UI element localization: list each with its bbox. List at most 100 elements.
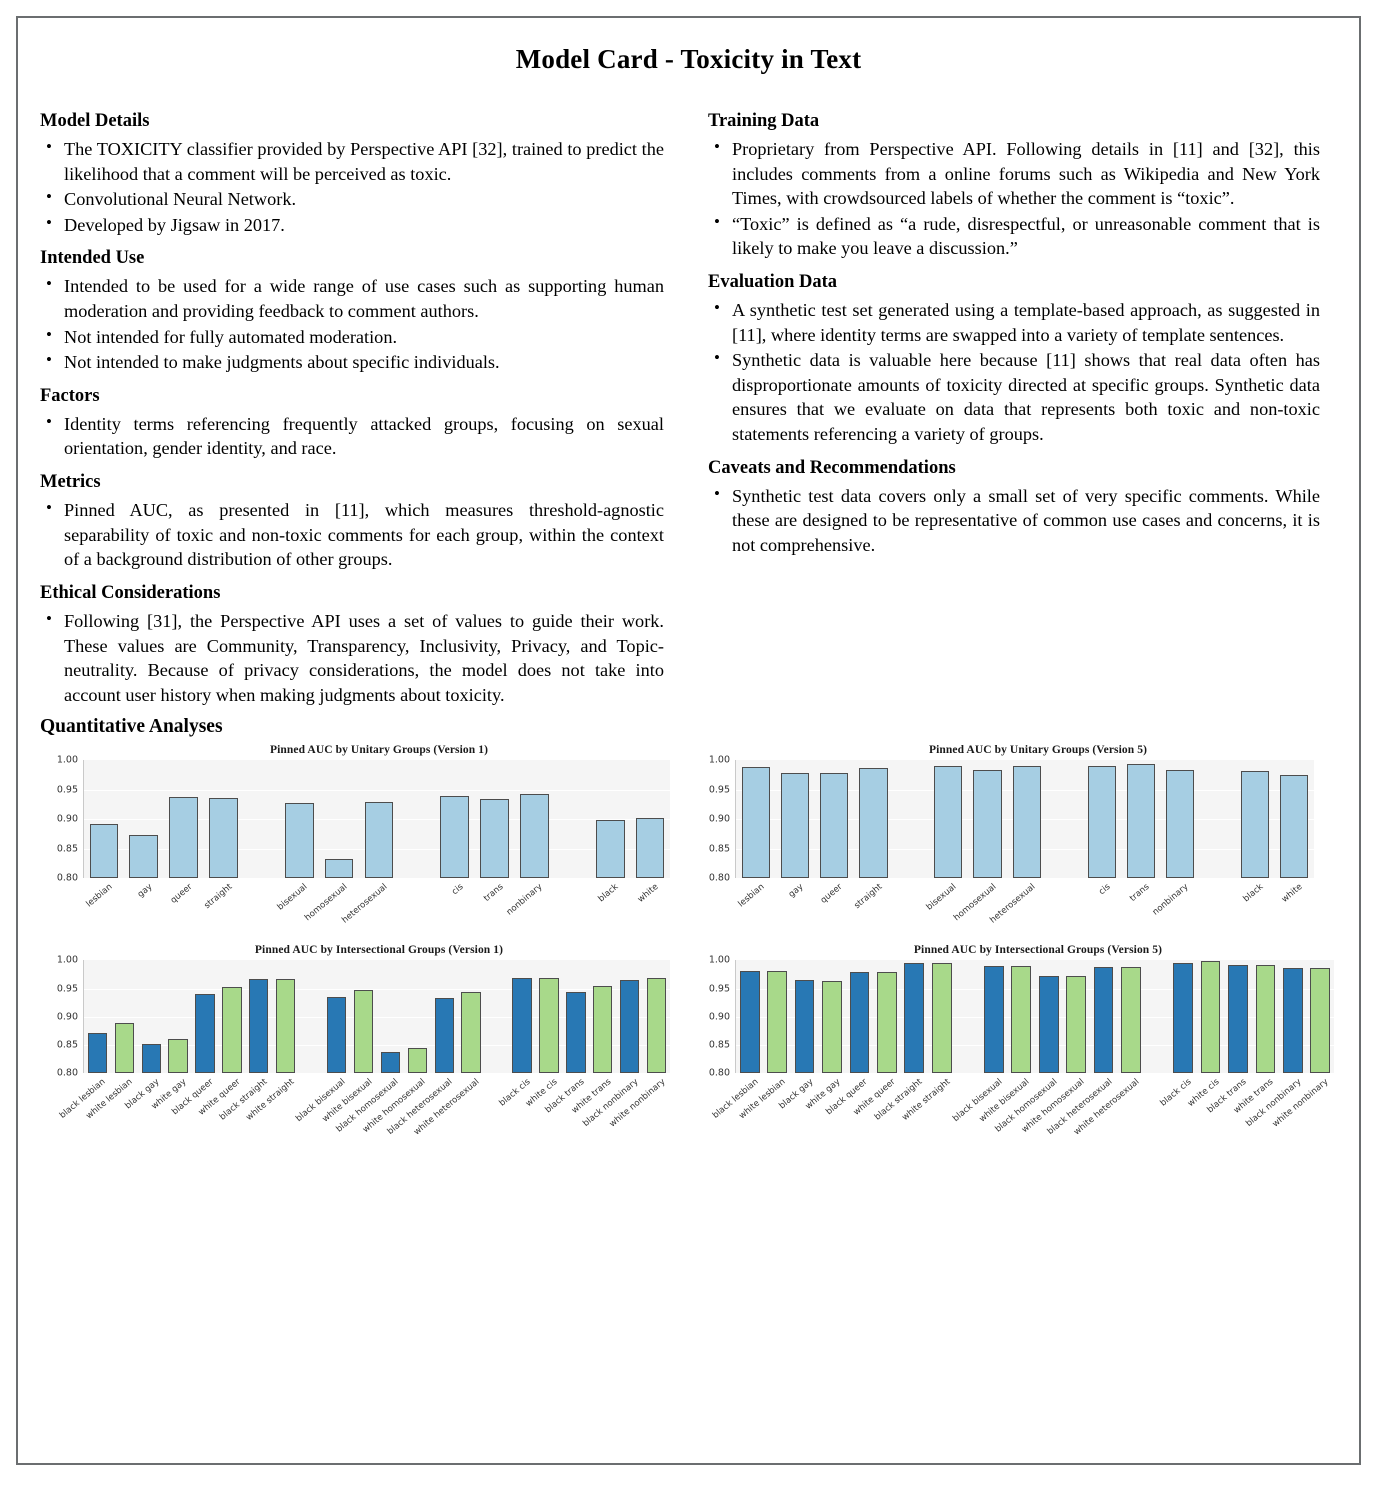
y-axis-tick-label: 0.85 [708,843,730,855]
y-axis-tick-label: 0.95 [56,784,78,796]
section-caveats-and-recommendations: Caveats and Recommendations Synthetic tes… [708,456,1320,558]
y-axis-line [83,960,84,1074]
bar [859,768,888,879]
bar [1012,766,1042,879]
bar [114,1023,134,1074]
bullet-item: The TOXICITY classifier provided by Pers… [40,136,664,186]
section-bullet-list: Intended to be used for a wide range of … [40,273,664,374]
plot-area: 0.80 0.85 0.90 0.95 1.00 [709,755,1314,884]
chart-pinned-auc-unitary-v5: Pinned AUC by Unitary Groups (Version 5)… [684,744,1344,944]
bar [934,766,963,879]
section-training-data: Training Data Proprietary from Perspectiv… [708,109,1320,261]
chart-title: Pinned AUC by Intersectional Groups (Ver… [254,944,504,957]
model-card-page: Model Card - Toxicity in Text Model Deta… [16,16,1361,1465]
bar [646,977,667,1074]
x-axis-tick-label: white [1280,882,1305,906]
section-heading: Caveats and Recommendations [708,457,956,478]
chart-title: Pinned AUC by Unitary Groups (Version 5) [928,744,1148,757]
bar [1282,967,1303,1074]
section-factors: Factors Identity terms referencing freque… [40,384,664,461]
bar [1255,964,1276,1074]
bar [539,978,559,1074]
y-axis-tick-label: 0.80 [56,872,78,884]
x-axis-tick-label: straight [852,882,885,912]
bar [635,817,665,879]
x-axis-tick-label: cis [1096,882,1113,898]
page-title: Model Card - Toxicity in Text [515,44,862,74]
bar [1166,770,1195,879]
bar [983,965,1004,1074]
x-axis-tick-label: gay [135,882,155,901]
bar [931,962,952,1074]
y-axis-tick-label: 0.80 [708,1067,730,1079]
bar [1066,976,1087,1074]
chart-pinned-auc-unitary-v1: Pinned AUC by Unitary Groups (Version 1)… [32,744,678,944]
y-axis-tick-label: 1.00 [708,954,730,966]
bar [324,859,354,879]
bar [876,971,897,1074]
y-axis-tick-label: 0.90 [56,1011,78,1023]
section-heading: Training Data [708,111,820,131]
section-heading: Model Details [40,111,150,131]
bar [89,824,119,879]
bullet-item: Not intended for fully automated moderat… [40,324,664,350]
chart-row-unitary: Pinned AUC by Unitary Groups (Version 1)… [32,744,1349,944]
x-axis-tick-label: trans [481,882,506,905]
bar [1093,967,1114,1074]
bar [1228,965,1248,1074]
bar [849,972,870,1074]
y-axis-tick-label: 1.00 [56,954,78,966]
section-bullet-list: Identity terms referencing frequently at… [40,411,664,461]
charts-container: Pinned AUC by Unitary Groups (Version 1)… [18,744,1359,1179]
grid-line [84,988,670,990]
y-axis-tick-label: 0.80 [56,1067,78,1079]
section-bullet-list: Pinned AUC, as presented in [11], which … [40,497,664,572]
section-heading: Ethical Considerations [40,582,221,603]
bar [380,1051,401,1074]
bar [440,796,470,879]
bar [1173,962,1193,1074]
chart-pinned-auc-intersectional-v5: Pinned AUC by Intersectional Groups (Ver… [684,944,1344,1179]
bar [620,980,640,1074]
bar [141,1043,161,1074]
section-bullet-list: Synthetic test data covers only a small … [708,483,1320,558]
bar [249,978,269,1074]
bar [1200,961,1221,1074]
plot-area: 0.80 0.85 0.90 0.95 1.00 [57,755,670,884]
bar [520,793,549,879]
x-axis-tick-label: cis [449,882,466,898]
y-axis-tick-label: 1.00 [708,754,730,766]
bar [904,963,925,1074]
y-axis-tick-label: 0.95 [708,784,730,796]
bullet-item: Developed by Jigsaw in 2017. [40,212,664,238]
x-axis-tick-label: lesbian [736,882,767,910]
x-axis-tick-label: bisexual [275,882,310,913]
bar [87,1032,108,1074]
section-heading: Metrics [40,472,101,493]
y-axis-tick-label: 0.90 [56,813,78,825]
bullet-item: A synthetic test set generated using a t… [708,297,1320,347]
y-axis-tick-label: 0.95 [708,983,730,995]
y-axis-tick-label: 1.00 [56,754,78,766]
y-axis-tick-label: 0.85 [56,843,78,855]
section-bullet-list: The TOXICITY classifier provided by Pers… [40,136,664,238]
section-heading: Factors [40,385,100,406]
bar [566,991,586,1074]
bullet-item: Synthetic data is valuable here because … [708,347,1320,446]
bar [973,770,1002,879]
bar [739,970,760,1074]
x-axis-tick-label: black [596,882,621,905]
bar [741,767,770,879]
x-axis-tick-label: queer [168,882,195,907]
x-axis-tick-label: bisexual [924,882,959,913]
y-axis-line [735,760,736,879]
y-axis-tick-label: 0.90 [708,1011,730,1023]
bar [129,834,159,879]
bullet-item: Proprietary from Perspective API. Follow… [708,136,1320,211]
section-heading: Evaluation Data [708,272,838,293]
bar [284,803,314,879]
bar [1038,975,1059,1074]
bar [169,796,198,879]
bar [327,996,347,1074]
bar [820,772,849,879]
